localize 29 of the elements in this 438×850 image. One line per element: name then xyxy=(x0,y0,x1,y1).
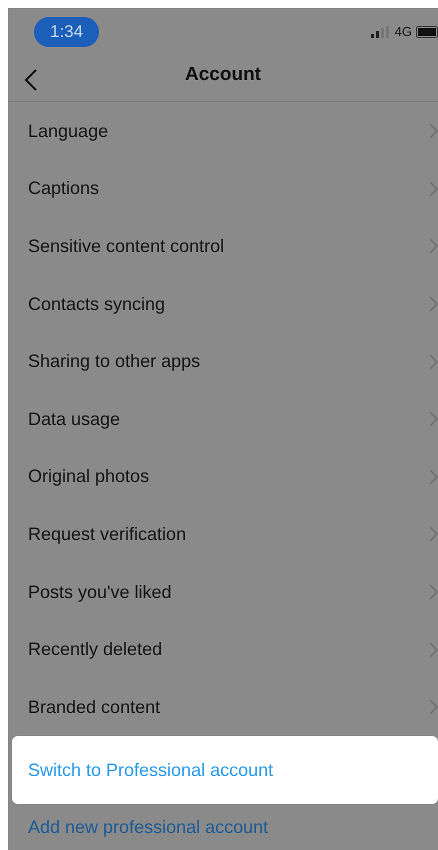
settings-row[interactable]: Sharing to other apps xyxy=(8,332,438,390)
settings-row[interactable]: Request verification xyxy=(8,506,438,564)
chevron-icon xyxy=(429,238,438,254)
back-icon[interactable] xyxy=(24,68,38,92)
chevron-icon xyxy=(429,642,438,658)
chevron-icon xyxy=(429,584,438,600)
settings-row[interactable]: Original photos xyxy=(8,448,438,506)
settings-row[interactable]: Recently deleted xyxy=(8,620,438,678)
settings-row[interactable]: Captions xyxy=(8,160,438,218)
chevron-icon xyxy=(429,526,438,542)
settings-row[interactable]: Sensitive content control xyxy=(8,218,438,276)
battery-icon xyxy=(416,26,438,38)
chevron-icon xyxy=(429,354,438,370)
chevron-icon xyxy=(429,296,438,312)
network-type: 4G xyxy=(394,23,412,42)
chevron-icon xyxy=(429,180,438,197)
chevron-icon xyxy=(429,411,438,428)
settings-row[interactable]: Contacts syncing xyxy=(8,275,438,333)
chevron-icon xyxy=(429,699,438,716)
chevron-icon xyxy=(429,123,438,140)
settings-row[interactable]: Language xyxy=(8,102,438,160)
settings-row[interactable]: Data usage xyxy=(8,390,438,448)
page-title: Account xyxy=(185,63,261,88)
settings-row[interactable]: Branded content xyxy=(8,678,438,736)
chevron-icon xyxy=(429,468,438,485)
status-time: 1:34 xyxy=(34,17,100,47)
signal-icon xyxy=(370,26,391,38)
action-link[interactable]: Switch to Professional account xyxy=(12,736,438,804)
settings-row[interactable]: Posts you've liked xyxy=(8,563,438,621)
